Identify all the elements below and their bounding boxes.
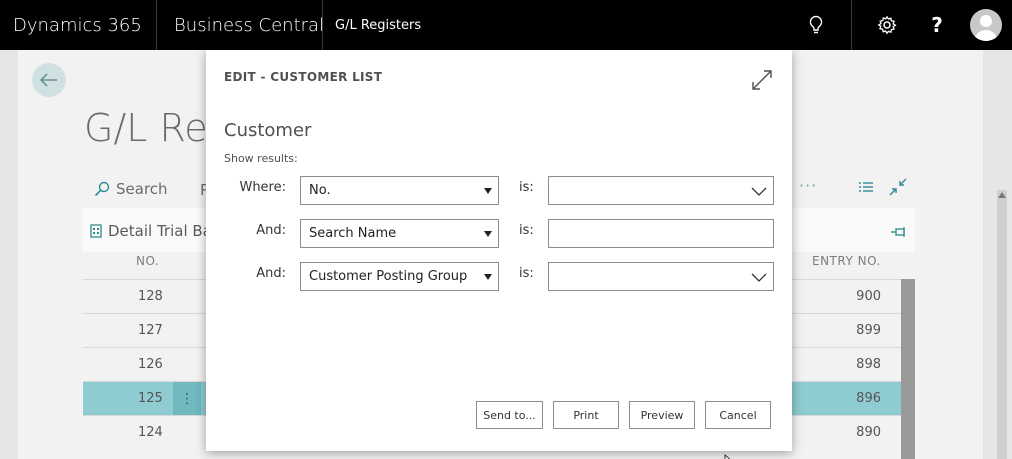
filter-field-select[interactable]: Customer Posting Group: [300, 262, 499, 291]
cell-no: 126: [138, 357, 163, 372]
mouse-cursor-icon: [724, 449, 734, 459]
scroll-up-arrow-icon[interactable]: [998, 192, 1006, 198]
filter-label-where: Where:: [239, 180, 286, 195]
cell-entry-no: 898: [856, 357, 881, 372]
cell-entry-no: 899: [856, 323, 881, 338]
search-action[interactable]: Search: [94, 180, 168, 198]
search-action-label: Search: [116, 180, 168, 198]
send-to-button[interactable]: Send to...: [476, 401, 543, 429]
filter-field-select[interactable]: No.: [300, 176, 499, 205]
cell-no: 127: [138, 323, 163, 338]
filter-value-input[interactable]: [548, 219, 774, 248]
filter-is-label: is:: [519, 223, 534, 238]
page-scrollbar[interactable]: [997, 190, 1007, 459]
collapse-icon[interactable]: [889, 178, 907, 200]
column-header-entry-no[interactable]: ENTRY NO.: [812, 254, 881, 268]
cell-no: 128: [138, 289, 163, 304]
help-icon[interactable]: ?: [917, 0, 957, 50]
topbar-divider: [322, 0, 323, 50]
filter-is-label: is:: [519, 180, 534, 195]
filter-field-value: Search Name: [309, 226, 397, 241]
cell-no: 124: [138, 425, 163, 440]
filter-value-input[interactable]: [548, 176, 774, 205]
gear-icon[interactable]: [867, 0, 907, 50]
filter-field-value: No.: [309, 183, 331, 198]
detail-trial-balance-label: Detail Trial Bal: [108, 222, 217, 240]
product-name-link[interactable]: Dynamics 365: [13, 0, 142, 50]
topbar-divider: [851, 0, 852, 50]
filter-value-input[interactable]: [548, 262, 774, 291]
cancel-button[interactable]: Cancel: [705, 401, 771, 429]
column-header-no[interactable]: NO.: [136, 254, 159, 268]
chevron-down-icon[interactable]: [751, 183, 767, 199]
dropdown-arrow-icon: [484, 188, 492, 194]
expand-icon[interactable]: [750, 68, 774, 92]
pin-icon[interactable]: [890, 223, 908, 242]
app-name-link[interactable]: Business Central: [174, 0, 324, 50]
cell-no: 125: [138, 391, 163, 406]
filter-field-select[interactable]: Search Name: [300, 219, 499, 248]
dropdown-arrow-icon: [484, 231, 492, 237]
chevron-down-icon[interactable]: [751, 269, 767, 285]
filter-label-and: And:: [256, 266, 286, 281]
filter-is-label: is:: [519, 266, 534, 281]
cell-entry-no: 900: [856, 289, 881, 304]
report-icon: [90, 224, 102, 238]
row-menu-icon[interactable]: ⋮: [173, 382, 201, 416]
preview-button[interactable]: Preview: [629, 401, 695, 429]
cell-entry-no: 890: [856, 425, 881, 440]
dialog-heading: Customer: [224, 120, 312, 141]
filter-field-value: Customer Posting Group: [309, 269, 468, 284]
grid-scrollbar[interactable]: [901, 279, 915, 459]
page-breadcrumb[interactable]: G/L Registers: [335, 0, 421, 50]
detail-trial-balance-action[interactable]: Detail Trial Bal: [90, 222, 216, 240]
list-view-icon[interactable]: [858, 180, 874, 199]
filter-dialog: EDIT - CUSTOMER LIST Customer Show resul…: [206, 50, 792, 451]
top-navigation-bar: Dynamics 365 Business Central G/L Regist…: [0, 0, 1012, 50]
back-button[interactable]: [32, 63, 66, 97]
show-results-label: Show results:: [224, 152, 298, 165]
dropdown-arrow-icon: [484, 274, 492, 280]
more-options-icon[interactable]: ···: [799, 176, 817, 195]
arrow-left-icon: [40, 73, 57, 87]
dialog-caption: EDIT - CUSTOMER LIST: [224, 70, 383, 84]
search-icon: [94, 181, 110, 197]
topbar-divider: [156, 0, 157, 50]
filter-label-and: And:: [256, 223, 286, 238]
avatar[interactable]: [970, 9, 1002, 41]
print-button[interactable]: Print: [553, 401, 619, 429]
lightbulb-icon[interactable]: [796, 0, 836, 50]
cell-entry-no: 896: [856, 391, 881, 406]
